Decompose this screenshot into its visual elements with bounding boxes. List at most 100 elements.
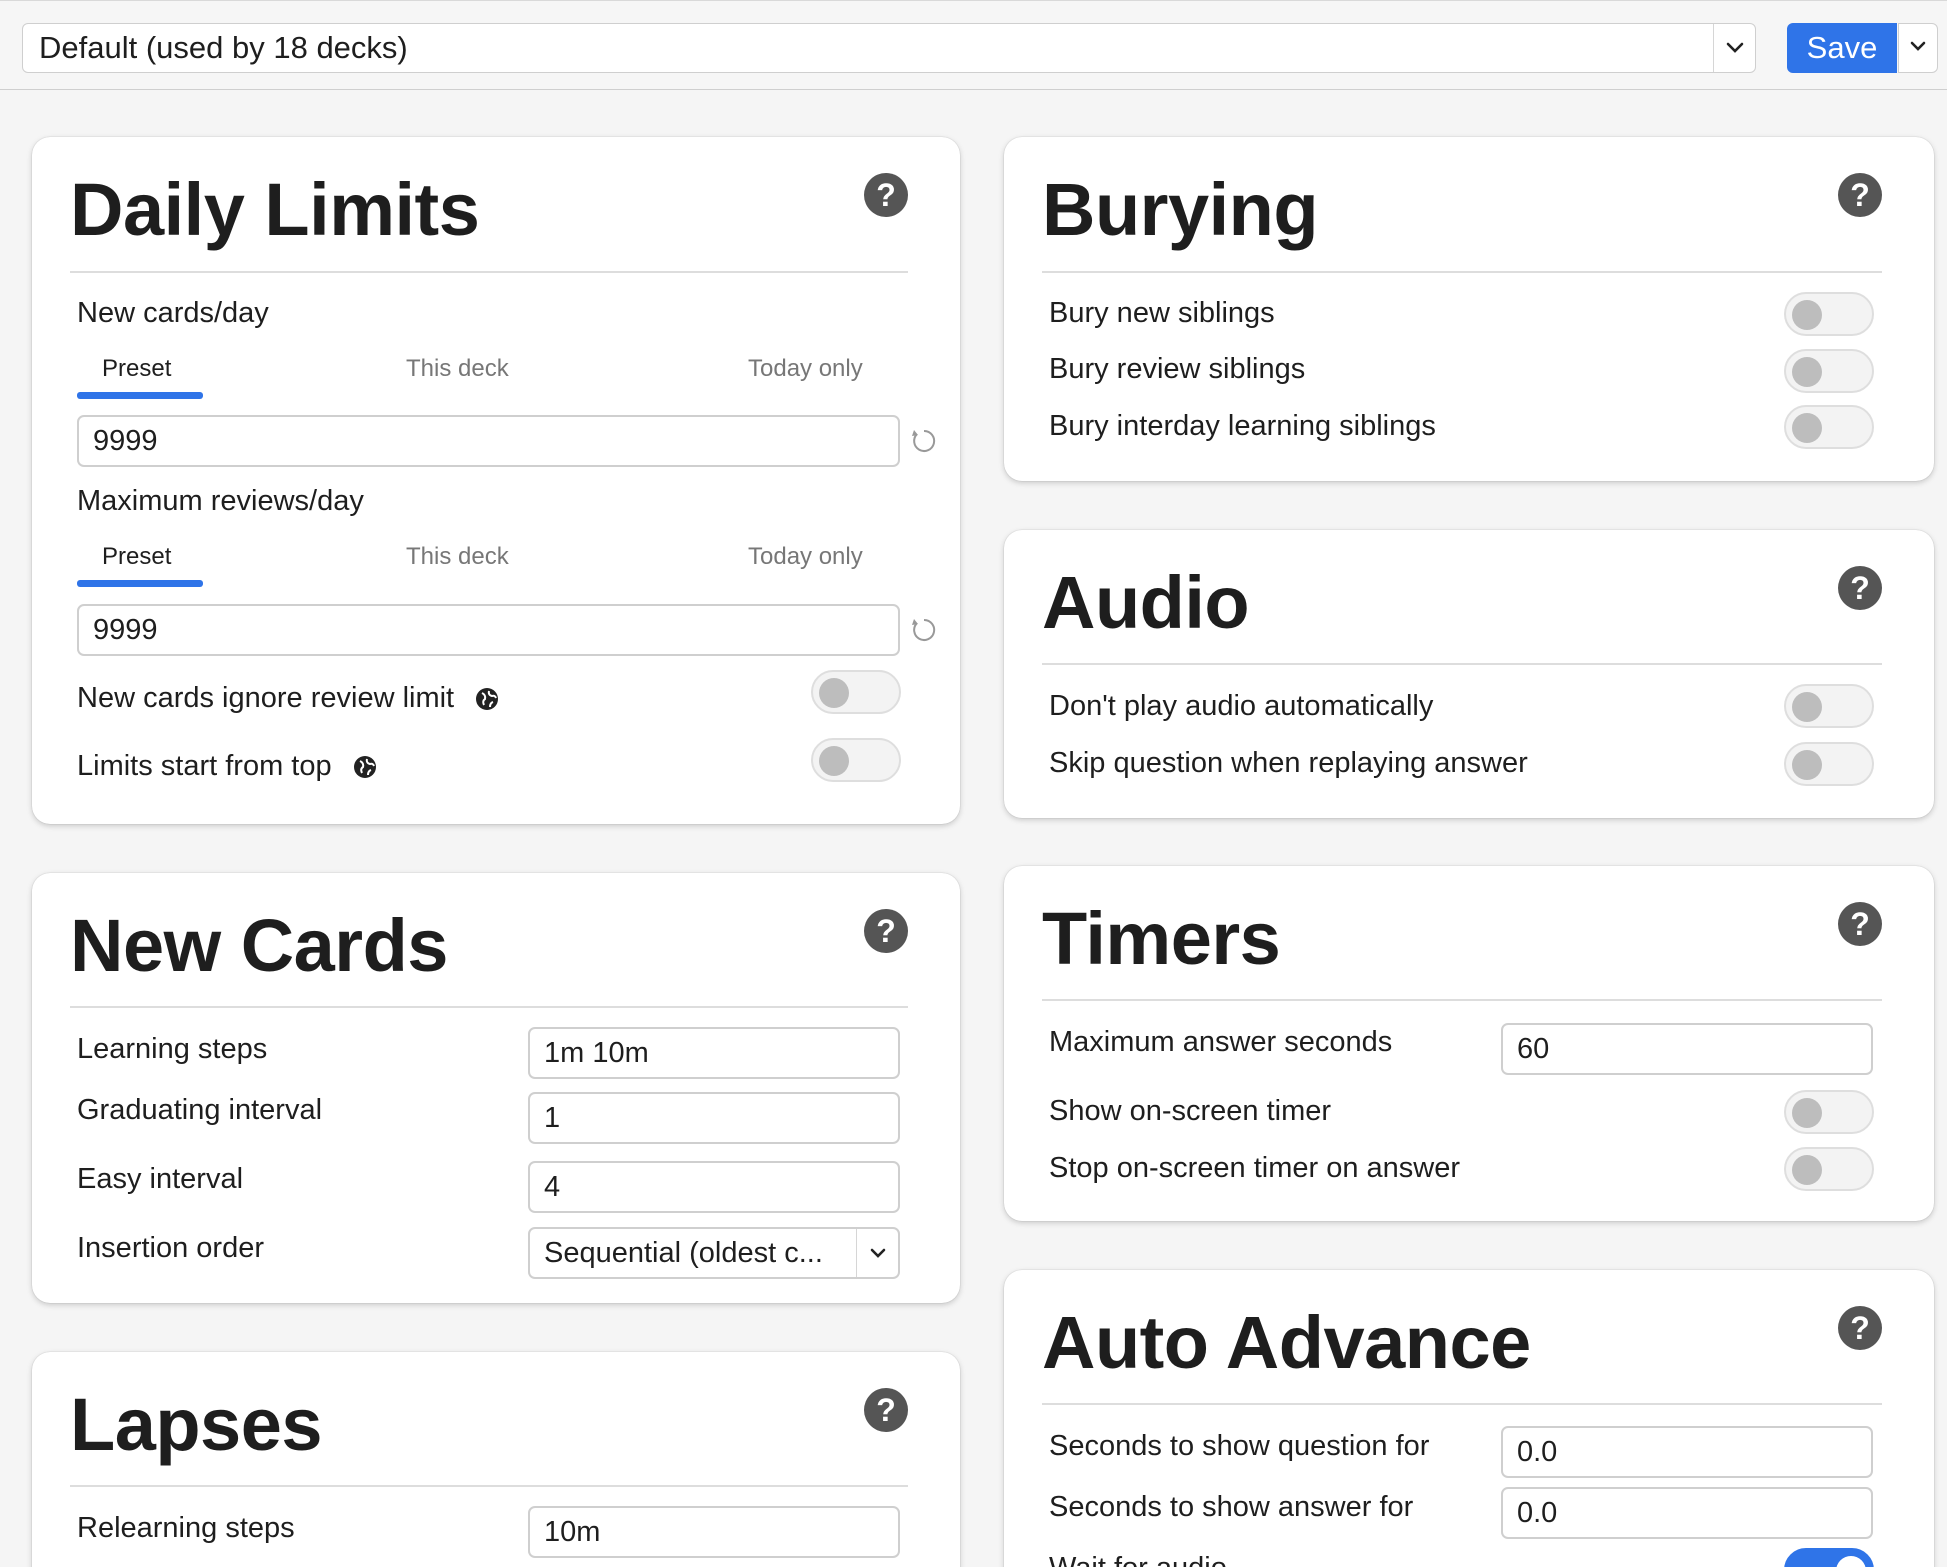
toggle-knob: [1792, 750, 1822, 780]
reset-icon[interactable]: [909, 426, 939, 456]
globe-icon: [353, 756, 376, 779]
toggle-knob: [1836, 1556, 1866, 1567]
easy-interval-label: Easy interval: [77, 1163, 244, 1195]
toggle-knob: [1792, 692, 1822, 722]
chevron-down-icon: [856, 1229, 898, 1277]
answer-seconds-input[interactable]: 0.0: [1501, 1487, 1873, 1539]
dont-autoplay-audio-label: Don't play audio automatically: [1049, 690, 1434, 722]
graduating-interval-value: 1: [544, 1101, 561, 1134]
tab-today-only[interactable]: Today only: [748, 355, 863, 383]
bury-new-siblings-label: Bury new siblings: [1049, 297, 1275, 329]
new-cards-per-day-label: New cards/day: [77, 297, 269, 329]
globe-icon: [476, 688, 499, 711]
bury-new-siblings-toggle[interactable]: [1784, 292, 1874, 336]
divider: [1042, 663, 1882, 665]
stop-timer-toggle[interactable]: [1784, 1147, 1874, 1191]
help-icon[interactable]: ?: [1838, 1306, 1882, 1350]
easy-interval-value: 4: [544, 1170, 561, 1203]
card-title: New Cards: [70, 904, 448, 987]
show-timer-toggle[interactable]: [1784, 1090, 1874, 1134]
wait-for-audio-toggle[interactable]: [1784, 1548, 1874, 1567]
max-reviews-per-day-input[interactable]: 9999: [77, 604, 900, 656]
divider: [70, 1485, 908, 1487]
save-button[interactable]: Save: [1787, 23, 1897, 73]
max-reviews-per-day-label: Maximum reviews/day: [77, 485, 364, 517]
relearning-steps-input[interactable]: 10m: [528, 1506, 900, 1558]
divider: [1042, 1403, 1882, 1405]
answer-seconds-value: 0.0: [1517, 1496, 1558, 1529]
skip-question-label: Skip question when replaying answer: [1049, 747, 1528, 779]
insertion-order-value: Sequential (oldest c...: [544, 1236, 823, 1269]
card-title: Audio: [1042, 561, 1250, 644]
card-title: Daily Limits: [70, 168, 480, 251]
divider: [70, 1006, 908, 1008]
ignore-review-limit-toggle[interactable]: [811, 670, 901, 714]
timers-card: Timers ? Maximum answer seconds 60 Show …: [1004, 866, 1934, 1221]
tab-preset[interactable]: Preset: [102, 355, 171, 383]
options-toolbar: Default (used by 18 decks) Save: [0, 0, 1947, 90]
new-cards-card: New Cards ? Learning steps 1m 10m Gradua…: [32, 873, 960, 1303]
toggle-knob: [1792, 413, 1822, 443]
show-timer-label: Show on-screen timer: [1049, 1095, 1332, 1127]
reset-icon[interactable]: [909, 615, 939, 645]
ignore-review-limit-text: New cards ignore review limit: [77, 682, 455, 714]
card-title: Timers: [1042, 897, 1281, 980]
tab-this-deck[interactable]: This deck: [406, 543, 509, 571]
max-answer-seconds-input[interactable]: 60: [1501, 1023, 1873, 1075]
tab-this-deck[interactable]: This deck: [406, 355, 509, 383]
card-title: Auto Advance: [1042, 1301, 1531, 1384]
help-icon[interactable]: ?: [1838, 173, 1882, 217]
active-tab-indicator: [77, 580, 203, 587]
max-reviews-per-day-value: 9999: [93, 613, 158, 646]
bury-review-siblings-label: Bury review siblings: [1049, 353, 1306, 385]
tab-today-only[interactable]: Today only: [748, 543, 863, 571]
skip-question-toggle[interactable]: [1784, 742, 1874, 786]
relearning-steps-value: 10m: [544, 1515, 601, 1548]
help-icon[interactable]: ?: [864, 173, 908, 217]
insertion-order-select[interactable]: Sequential (oldest c...: [528, 1227, 900, 1279]
question-seconds-label: Seconds to show question for: [1049, 1430, 1430, 1462]
preset-select[interactable]: Default (used by 18 decks): [22, 23, 1756, 73]
ignore-review-limit-label: New cards ignore review limit: [77, 682, 500, 715]
dont-autoplay-audio-toggle[interactable]: [1784, 684, 1874, 728]
question-seconds-input[interactable]: 0.0: [1501, 1426, 1873, 1478]
graduating-interval-label: Graduating interval: [77, 1094, 323, 1126]
answer-seconds-label: Seconds to show answer for: [1049, 1491, 1414, 1523]
insertion-order-label: Insertion order: [77, 1232, 264, 1264]
toggle-knob: [1792, 300, 1822, 330]
wait-for-audio-label: Wait for audio: [1049, 1552, 1227, 1567]
learning-steps-label: Learning steps: [77, 1033, 268, 1065]
card-title: Burying: [1042, 168, 1319, 251]
max-answer-seconds-label: Maximum answer seconds: [1049, 1026, 1393, 1058]
graduating-interval-input[interactable]: 1: [528, 1092, 900, 1144]
burying-card: Burying ? Bury new siblings Bury review …: [1004, 137, 1934, 481]
auto-advance-card: Auto Advance ? Seconds to show question …: [1004, 1270, 1934, 1567]
toggle-knob: [819, 746, 849, 776]
bury-interday-siblings-toggle[interactable]: [1784, 405, 1874, 449]
learning-steps-value: 1m 10m: [544, 1036, 649, 1069]
limits-from-top-toggle[interactable]: [811, 738, 901, 782]
lapses-card: Lapses ? Relearning steps 10m: [32, 1352, 960, 1567]
max-answer-seconds-value: 60: [1517, 1032, 1550, 1065]
easy-interval-input[interactable]: 4: [528, 1161, 900, 1213]
save-options-button[interactable]: [1898, 23, 1938, 73]
audio-card: Audio ? Don't play audio automatically S…: [1004, 530, 1934, 818]
learning-steps-input[interactable]: 1m 10m: [528, 1027, 900, 1079]
new-cards-per-day-input[interactable]: 9999: [77, 415, 900, 467]
help-icon[interactable]: ?: [1838, 902, 1882, 946]
card-title: Lapses: [70, 1383, 323, 1466]
help-icon[interactable]: ?: [864, 1388, 908, 1432]
limits-from-top-text: Limits start from top: [77, 750, 332, 782]
tab-preset[interactable]: Preset: [102, 543, 171, 571]
divider: [70, 271, 908, 273]
new-cards-per-day-value: 9999: [93, 424, 158, 457]
bury-review-siblings-toggle[interactable]: [1784, 349, 1874, 393]
help-icon[interactable]: ?: [864, 909, 908, 953]
relearning-steps-label: Relearning steps: [77, 1512, 295, 1544]
daily-limits-card: Daily Limits ? New cards/day Preset This…: [32, 137, 960, 824]
toggle-knob: [1792, 1155, 1822, 1185]
toggle-knob: [1792, 1098, 1822, 1128]
toggle-knob: [1792, 357, 1822, 387]
chevron-down-icon[interactable]: [1713, 24, 1755, 72]
help-icon[interactable]: ?: [1838, 566, 1882, 610]
